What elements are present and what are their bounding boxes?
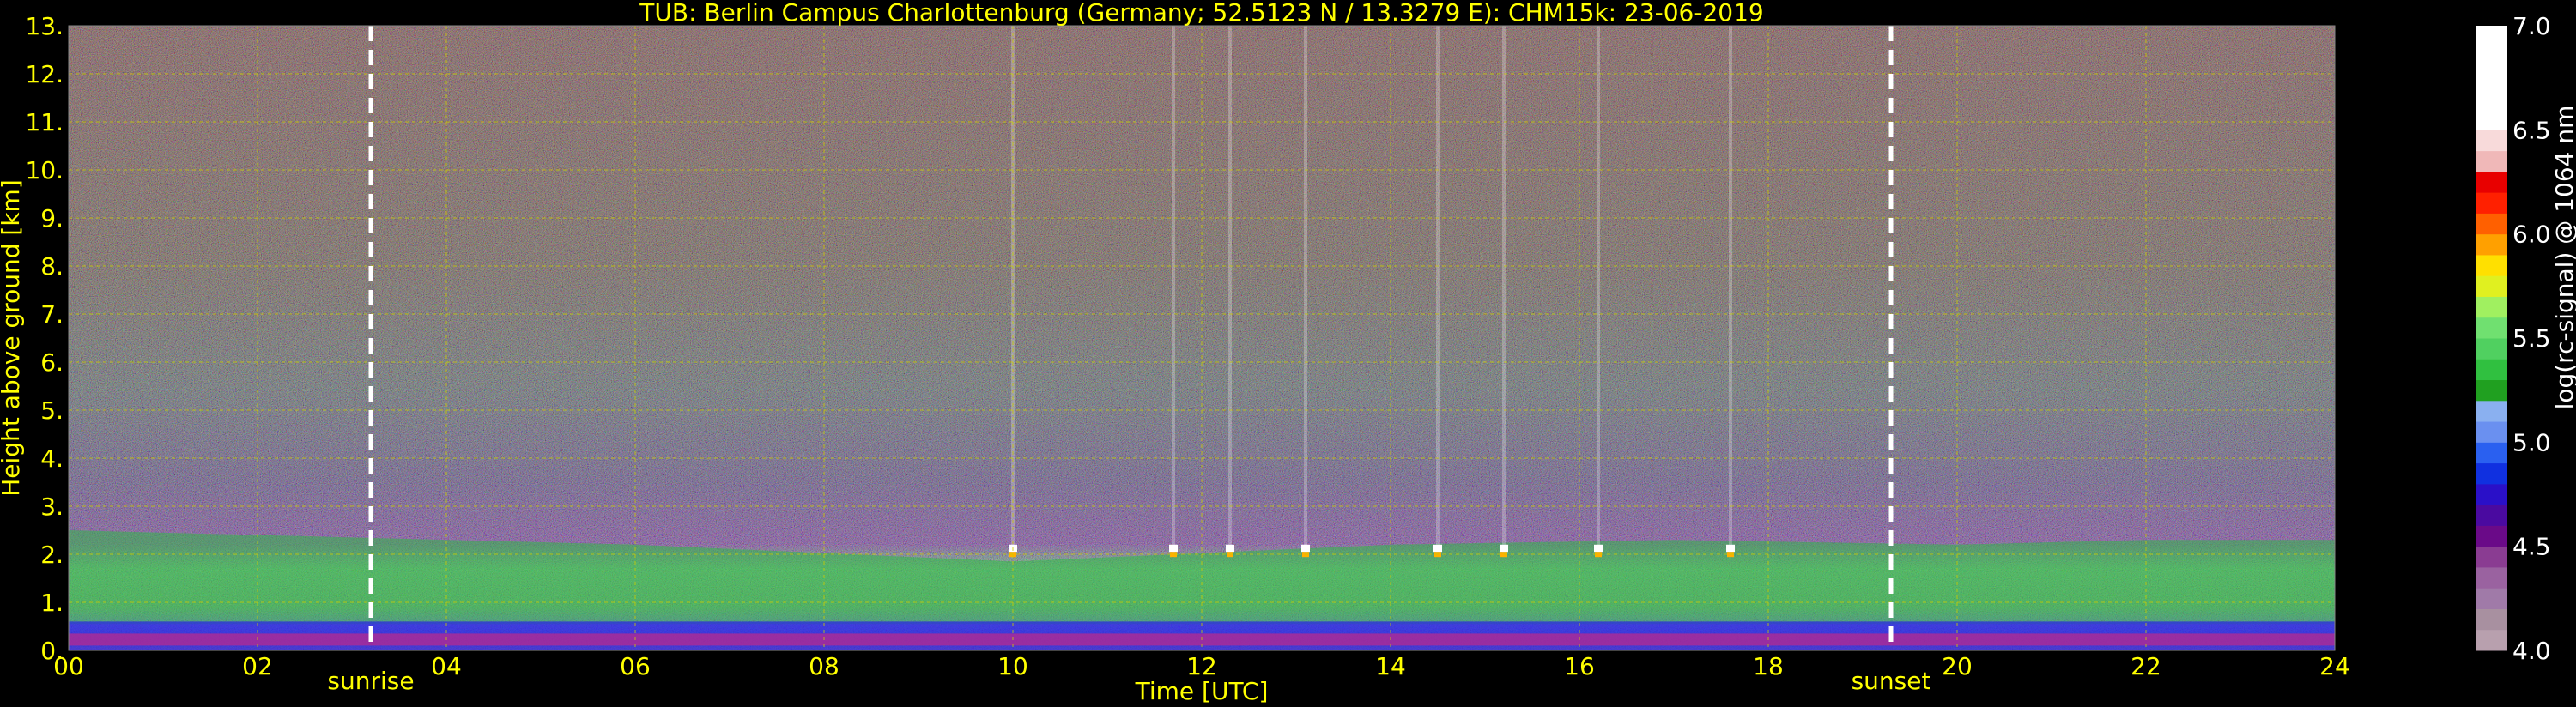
y-tick-label: 5. — [40, 396, 64, 425]
x-tick-label: 24 — [2319, 652, 2350, 680]
x-tick-label: 16 — [1564, 652, 1595, 680]
x-tick-label: 04 — [431, 652, 462, 680]
colorbar-segment — [2476, 317, 2507, 339]
colorbar-segment — [2476, 608, 2507, 631]
precip-streak — [1502, 26, 1506, 553]
y-tick-labels: 0.1.2.3.4.5.6.7.8.9.10.11.12.13. — [25, 12, 64, 665]
colorbar-segment — [2476, 171, 2507, 193]
colorbar-segment — [2476, 359, 2507, 381]
y-tick-label: 6. — [40, 348, 64, 377]
y-tick-label: 10. — [25, 156, 64, 184]
x-tick-label: 06 — [620, 652, 651, 680]
x-tick-label: 08 — [809, 652, 839, 680]
y-tick-label: 13. — [25, 12, 64, 40]
colorbar-tick-label: 5.0 — [2512, 428, 2551, 456]
colorbar-segment — [2476, 379, 2507, 402]
colorbar-segment — [2476, 566, 2507, 589]
y-tick-label: 3. — [40, 492, 64, 521]
colorbar-segment — [2476, 213, 2507, 235]
y-tick-label: 4. — [40, 444, 64, 473]
precip-streak — [1228, 26, 1232, 553]
colorbar-segment — [2476, 483, 2507, 505]
colorbar-tick-labels: 4.0 4.5 5.0 5.5 6.0 6.5 7.0 — [2512, 12, 2551, 665]
colorbar-segment — [2476, 150, 2507, 172]
colorbar-segment — [2476, 130, 2507, 152]
colorbar-segment — [2476, 442, 2507, 464]
colorbar-tick-label: 6.5 — [2512, 116, 2551, 144]
colorbar-segment — [2476, 400, 2507, 422]
colorbar-segment — [2476, 505, 2507, 526]
y-tick-label: 9. — [40, 204, 64, 233]
plot-area — [69, 26, 2335, 650]
y-tick-label: 2. — [40, 541, 64, 569]
colorbar-segment — [2476, 275, 2507, 297]
colorbar-tick-label: 4.5 — [2512, 533, 2551, 561]
colorbar-segment — [2476, 629, 2507, 651]
colorbar-segment — [2476, 296, 2507, 318]
colorbar-tick-label: 7.0 — [2512, 12, 2551, 40]
colorbar-label: log(rc-signal) @ 1064 nm — [2550, 106, 2576, 410]
colorbar-segment — [2476, 421, 2507, 443]
colorbar-segment — [2476, 546, 2507, 568]
colorbar-tick-label: 6.0 — [2512, 221, 2551, 249]
sun-event-label: sunset — [1852, 667, 1931, 695]
colorbar-tick-label: 5.5 — [2512, 324, 2551, 353]
x-tick-label: 18 — [1753, 652, 1784, 680]
sun-event-label: sunrise — [327, 667, 414, 695]
colorbar-segment — [2476, 462, 2507, 485]
colorbar-segment — [2476, 338, 2507, 360]
y-tick-label: 11. — [25, 108, 64, 136]
sun-event-labels: sunrise sunset — [327, 667, 1930, 695]
colorbar-segment — [2476, 192, 2507, 214]
x-tick-label: 10 — [997, 652, 1028, 680]
colorbar-segment — [2476, 109, 2507, 130]
lidar-figure: TUB: Berlin Campus Charlottenburg (Germa… — [0, 0, 2576, 705]
colorbar-segment — [2476, 525, 2507, 547]
chart-title: TUB: Berlin Campus Charlottenburg (Germa… — [639, 0, 1763, 27]
precip-streak — [1436, 26, 1440, 553]
precip-streak — [1304, 26, 1307, 553]
colorbar-segment — [2476, 26, 2507, 47]
x-axis-label: Time [UTC] — [1135, 677, 1269, 705]
colorbar-segment — [2476, 67, 2507, 89]
y-tick-label: 1. — [40, 589, 64, 617]
colorbar-segment — [2476, 46, 2507, 69]
precip-streak — [1172, 26, 1175, 553]
colorbar — [2476, 26, 2507, 651]
y-axis-label: Height above ground [km] — [0, 179, 25, 497]
x-tick-label: 22 — [2131, 652, 2161, 680]
colorbar-segment — [2476, 254, 2507, 276]
y-tick-label: 7. — [40, 300, 64, 329]
x-tick-label: 20 — [1942, 652, 1973, 680]
precip-streak — [1729, 26, 1732, 553]
colorbar-segment — [2476, 588, 2507, 609]
colorbar-segment — [2476, 88, 2507, 110]
x-tick-label: 12 — [1186, 652, 1217, 680]
x-tick-label: 14 — [1375, 652, 1406, 680]
x-tick-label: 02 — [242, 652, 273, 680]
y-tick-label: 8. — [40, 252, 64, 281]
colorbar-segment — [2476, 233, 2507, 256]
precip-streak — [1597, 26, 1600, 553]
x-tick-label: 00 — [53, 652, 84, 680]
y-tick-label: 12. — [25, 60, 64, 88]
colorbar-tick-label: 4.0 — [2512, 637, 2551, 665]
